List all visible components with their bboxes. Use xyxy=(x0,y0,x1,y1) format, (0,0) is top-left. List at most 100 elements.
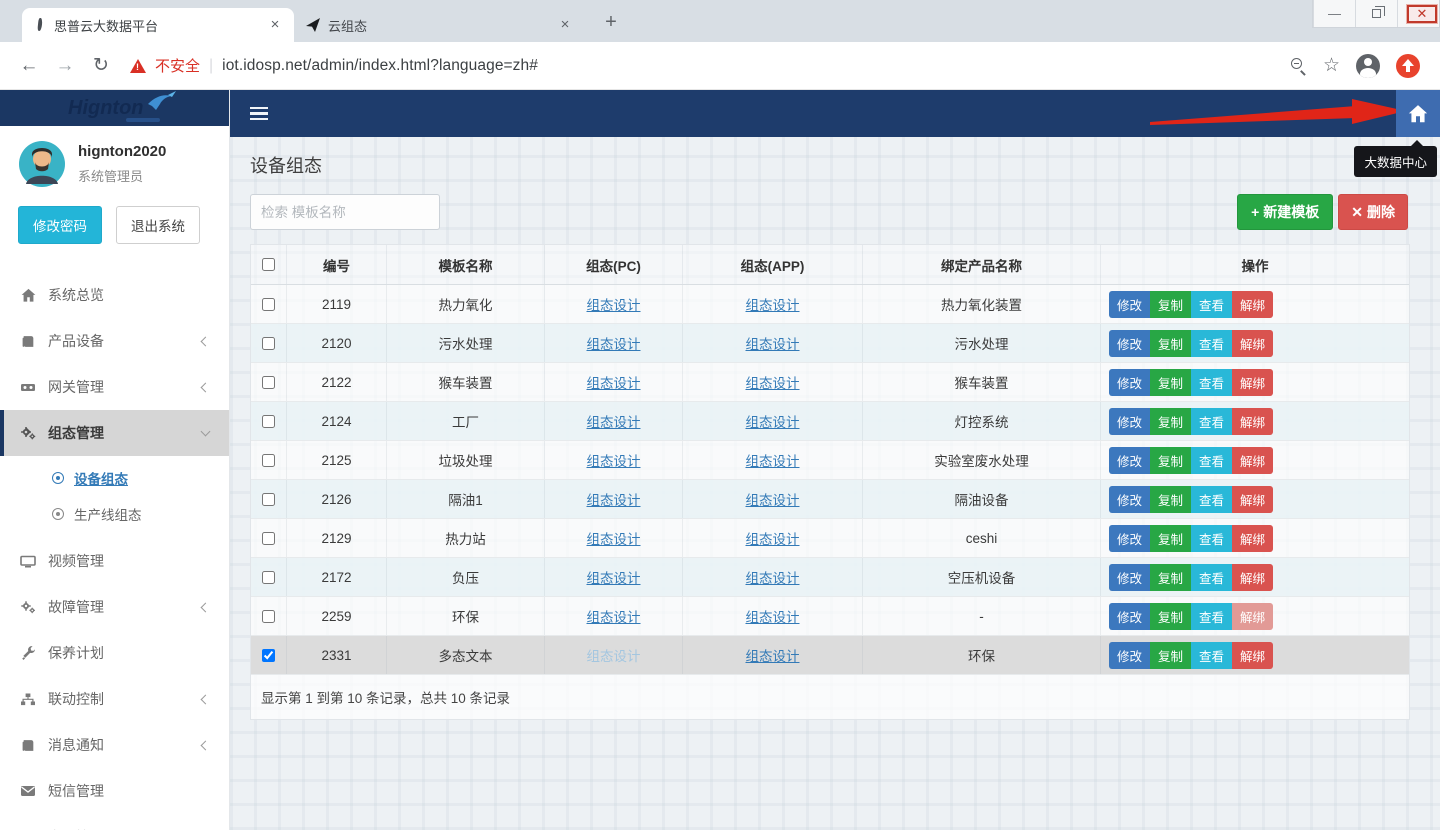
unbind-button[interactable]: 解绑 xyxy=(1232,408,1273,435)
app-design-link[interactable]: 组态设计 xyxy=(746,489,800,509)
pc-design-link[interactable]: 组态设计 xyxy=(587,333,641,353)
copy-button[interactable]: 复制 xyxy=(1150,603,1191,630)
row-checkbox[interactable] xyxy=(262,610,275,623)
row-checkbox[interactable] xyxy=(262,454,275,467)
unbind-button[interactable]: 解绑 xyxy=(1232,525,1273,552)
edit-button[interactable]: 修改 xyxy=(1109,447,1150,474)
row-checkbox[interactable] xyxy=(262,493,275,506)
change-password-button[interactable]: 修改密码 xyxy=(18,206,102,244)
pc-design-link[interactable]: 组态设计 xyxy=(587,489,641,509)
pc-design-link[interactable]: 组态设计 xyxy=(587,372,641,392)
pc-design-link[interactable]: 组态设计 xyxy=(587,294,641,314)
new-tab-button[interactable]: + xyxy=(598,10,624,36)
browser-profile-icon[interactable] xyxy=(1356,54,1380,78)
extension-icon[interactable] xyxy=(1396,54,1420,78)
unbind-button[interactable]: 解绑 xyxy=(1232,330,1273,357)
app-design-link[interactable]: 组态设计 xyxy=(746,294,800,314)
sidebar-item-scada[interactable]: 组态管理 xyxy=(0,410,229,456)
edit-button[interactable]: 修改 xyxy=(1109,564,1150,591)
view-button[interactable]: 查看 xyxy=(1191,486,1232,513)
app-design-link[interactable]: 组态设计 xyxy=(746,528,800,548)
view-button[interactable]: 查看 xyxy=(1191,291,1232,318)
reload-button[interactable]: ↻ xyxy=(86,51,116,81)
app-design-link[interactable]: 组态设计 xyxy=(746,567,800,587)
edit-button[interactable]: 修改 xyxy=(1109,486,1150,513)
edit-button[interactable]: 修改 xyxy=(1109,369,1150,396)
copy-button[interactable]: 复制 xyxy=(1150,291,1191,318)
edit-button[interactable]: 修改 xyxy=(1109,291,1150,318)
copy-button[interactable]: 复制 xyxy=(1150,564,1191,591)
unbind-button[interactable]: 解绑 xyxy=(1232,642,1273,669)
row-checkbox[interactable] xyxy=(262,571,275,584)
app-design-link[interactable]: 组态设计 xyxy=(746,372,800,392)
row-checkbox[interactable] xyxy=(262,298,275,311)
view-button[interactable]: 查看 xyxy=(1191,447,1232,474)
browser-tab-platform[interactable]: 思普云大数据平台 × xyxy=(22,8,294,42)
row-checkbox[interactable] xyxy=(262,415,275,428)
sidebar-item-sms[interactable]: 短信管理 xyxy=(0,768,229,814)
unbind-button[interactable]: 解绑 xyxy=(1232,564,1273,591)
sidebar-item-device-scada[interactable]: 设备组态 xyxy=(0,460,229,496)
view-button[interactable]: 查看 xyxy=(1191,408,1232,435)
pc-design-link[interactable]: 组态设计 xyxy=(587,645,641,665)
forward-button[interactable]: → xyxy=(50,51,80,81)
copy-button[interactable]: 复制 xyxy=(1150,447,1191,474)
back-button[interactable]: ← xyxy=(14,51,44,81)
browser-tab-cloud-scada[interactable]: 云组态 × xyxy=(294,8,584,42)
pc-design-link[interactable]: 组态设计 xyxy=(587,450,641,470)
app-design-link[interactable]: 组态设计 xyxy=(746,450,800,470)
pc-design-link[interactable]: 组态设计 xyxy=(587,528,641,548)
copy-button[interactable]: 复制 xyxy=(1150,408,1191,435)
pc-design-link[interactable]: 组态设计 xyxy=(587,411,641,431)
unbind-button[interactable]: 解绑 xyxy=(1232,291,1273,318)
sidebar-item-overview[interactable]: 系统总览 xyxy=(0,272,229,318)
copy-button[interactable]: 复制 xyxy=(1150,486,1191,513)
unbind-button[interactable]: 解绑 xyxy=(1232,486,1273,513)
sidebar-item-fault[interactable]: 故障管理 xyxy=(0,584,229,630)
edit-button[interactable]: 修改 xyxy=(1109,603,1150,630)
copy-button[interactable]: 复制 xyxy=(1150,642,1191,669)
view-button[interactable]: 查看 xyxy=(1191,603,1232,630)
delete-button[interactable]: ✕删除 xyxy=(1338,194,1408,230)
sidebar-item-linkage[interactable]: 联动控制 xyxy=(0,676,229,722)
app-design-link[interactable]: 组态设计 xyxy=(746,333,800,353)
view-button[interactable]: 查看 xyxy=(1191,525,1232,552)
restore-button[interactable] xyxy=(1355,0,1397,27)
edit-button[interactable]: 修改 xyxy=(1109,408,1150,435)
tab-close-icon[interactable]: × xyxy=(266,16,284,34)
url-text[interactable]: iot.idosp.net/admin/index.html?language=… xyxy=(222,57,538,75)
unbind-button[interactable]: 解绑 xyxy=(1232,603,1273,630)
row-checkbox[interactable] xyxy=(262,532,275,545)
app-design-link[interactable]: 组态设计 xyxy=(746,411,800,431)
app-design-link[interactable]: 组态设计 xyxy=(746,606,800,626)
edit-button[interactable]: 修改 xyxy=(1109,525,1150,552)
sidebar-item-maintenance[interactable]: 保养计划 xyxy=(0,630,229,676)
pc-design-link[interactable]: 组态设计 xyxy=(587,567,641,587)
app-design-link[interactable]: 组态设计 xyxy=(746,645,800,665)
search-input[interactable] xyxy=(250,194,440,230)
zoom-out-icon[interactable] xyxy=(1291,58,1307,74)
view-button[interactable]: 查看 xyxy=(1191,369,1232,396)
view-button[interactable]: 查看 xyxy=(1191,564,1232,591)
sidebar-item-space[interactable]: 空间管理 xyxy=(0,814,229,830)
row-checkbox[interactable] xyxy=(262,337,275,350)
hamburger-menu-icon[interactable] xyxy=(244,97,284,131)
pc-design-link[interactable]: 组态设计 xyxy=(587,606,641,626)
sidebar-item-gateway[interactable]: 网关管理 xyxy=(0,364,229,410)
edit-button[interactable]: 修改 xyxy=(1109,642,1150,669)
sidebar-item-line-scada[interactable]: 生产线组态 xyxy=(0,496,229,532)
row-checkbox[interactable] xyxy=(262,376,275,389)
select-all-checkbox[interactable] xyxy=(262,258,275,271)
close-button[interactable]: ✕ ✕ xyxy=(1397,0,1439,27)
view-button[interactable]: 查看 xyxy=(1191,330,1232,357)
view-button[interactable]: 查看 xyxy=(1191,642,1232,669)
edit-button[interactable]: 修改 xyxy=(1109,330,1150,357)
tab-close-icon[interactable]: × xyxy=(556,16,574,34)
url-box[interactable]: ! 不安全 | iot.idosp.net/admin/index.html?l… xyxy=(130,55,1285,76)
minimize-button[interactable]: — xyxy=(1313,0,1355,27)
copy-button[interactable]: 复制 xyxy=(1150,525,1191,552)
row-checkbox[interactable] xyxy=(262,649,275,662)
copy-button[interactable]: 复制 xyxy=(1150,330,1191,357)
home-button[interactable] xyxy=(1396,90,1440,137)
sidebar-item-notifications[interactable]: 消息通知 xyxy=(0,722,229,768)
